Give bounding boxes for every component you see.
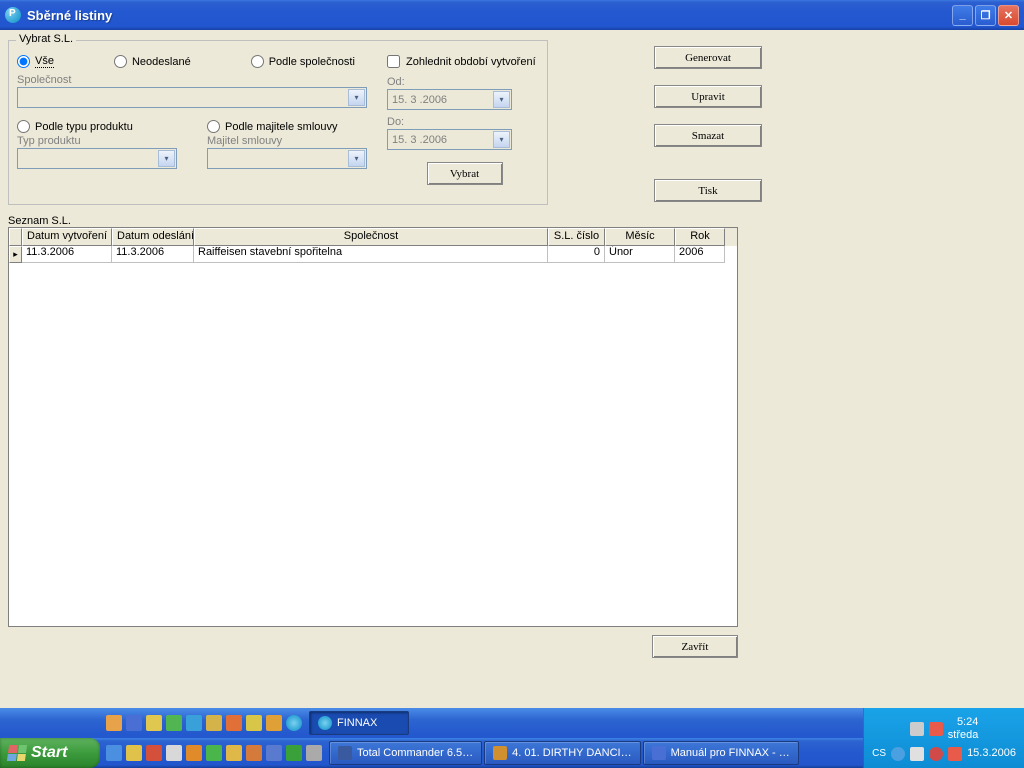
ql-icon[interactable] (126, 715, 142, 731)
ql-icon[interactable] (106, 715, 122, 731)
ql-icon[interactable] (146, 745, 162, 761)
radio-vse[interactable] (17, 55, 30, 68)
ql-icon[interactable] (126, 745, 142, 761)
chevron-down-icon[interactable] (493, 91, 510, 108)
chevron-down-icon[interactable] (158, 150, 175, 167)
ql-icon[interactable] (206, 715, 222, 731)
tray-icon[interactable] (929, 722, 943, 736)
radio-podle-typu-label: Podle typu produktu (35, 121, 133, 133)
tray-icon[interactable] (910, 722, 924, 736)
tisk-button[interactable]: Tisk (654, 179, 762, 202)
taskbar-task[interactable]: 4. 01. DIRTHY DANCI… (484, 741, 640, 765)
chevron-down-icon[interactable] (348, 89, 365, 106)
ql-icon[interactable] (186, 745, 202, 761)
col-rok[interactable]: Rok (675, 228, 725, 246)
radio-neodeslane-label: Neodeslané (132, 56, 191, 68)
quicklaunch (100, 738, 328, 768)
zavrit-button[interactable]: Zavřít (652, 635, 738, 658)
app-icon (493, 746, 507, 760)
tray-icon[interactable] (929, 747, 943, 761)
taskbar: Start Total Commander 6.5… 4. 01. DIRTHY… (0, 738, 1024, 768)
grid-header: Datum vytvoření Datum odeslání Společnos… (9, 228, 737, 246)
tray-date: 15.3.2006 (967, 747, 1016, 760)
chevron-down-icon[interactable] (348, 150, 365, 167)
ql-icon[interactable] (246, 745, 262, 761)
radio-podle-majitele-label: Podle majitele smlouvy (225, 121, 338, 133)
seznam-label: Seznam S.L. (8, 215, 1016, 227)
typ-label: Typ produktu (17, 135, 187, 147)
od-date[interactable]: 15. 3 .2006 (387, 89, 512, 110)
app-icon (338, 746, 352, 760)
tray-day: středa (948, 729, 979, 742)
ql-icon[interactable] (166, 715, 182, 731)
zohlednit-label: Zohlednit období vytvoření (406, 56, 536, 68)
generovat-button[interactable]: Generovat (654, 46, 762, 69)
minimize-button[interactable]: _ (952, 5, 973, 26)
vybrat-groupbox: Vybrat S.L. Vše Neodeslané Podle společn… (8, 40, 548, 205)
majitel-combo[interactable] (207, 148, 367, 169)
radio-podle-spolecnosti-label: Podle společnosti (269, 56, 355, 68)
taskbar-task[interactable]: Total Commander 6.5… (329, 741, 482, 765)
ql-icon[interactable] (206, 745, 222, 761)
titlebar: Sběrné listiny _ ❐ ✕ (0, 0, 1024, 30)
app-icon (652, 746, 666, 760)
col-sl-cislo[interactable]: S.L. číslo (548, 228, 605, 246)
close-button[interactable]: ✕ (998, 5, 1019, 26)
app-icon (5, 7, 21, 23)
start-button[interactable]: Start (0, 738, 100, 768)
app-icon (318, 716, 332, 730)
radio-vse-label: Vše (35, 55, 54, 68)
seznam-grid[interactable]: Datum vytvoření Datum odeslání Společnos… (8, 227, 738, 627)
col-mesic[interactable]: Měsíc (605, 228, 675, 246)
ql-icon[interactable] (226, 745, 242, 761)
upravit-button[interactable]: Upravit (654, 85, 762, 108)
ql-icon[interactable] (146, 715, 162, 731)
do-date[interactable]: 15. 3 .2006 (387, 129, 512, 150)
typ-combo[interactable] (17, 148, 177, 169)
ql-icon[interactable] (106, 745, 122, 761)
quicklaunch-row2 (100, 715, 308, 731)
windows-logo-icon (7, 745, 27, 761)
maximize-button[interactable]: ❐ (975, 5, 996, 26)
ql-icon[interactable] (226, 715, 242, 731)
vybrat-legend: Vybrat S.L. (16, 33, 76, 45)
row-indicator-icon (9, 246, 22, 263)
systray: 5:24 středa CS 15.3.2006 (863, 708, 1024, 768)
ql-icon[interactable] (266, 715, 282, 731)
ql-icon[interactable] (166, 745, 182, 761)
od-label: Od: (387, 76, 542, 88)
ql-icon[interactable] (246, 715, 262, 731)
ql-icon[interactable] (266, 745, 282, 761)
table-row[interactable]: 11.3.2006 11.3.2006 Raiffeisen stavební … (9, 246, 737, 263)
ql-icon[interactable] (186, 715, 202, 731)
window-title: Sběrné listiny (27, 8, 952, 23)
col-datum-vytvoreni[interactable]: Datum vytvoření (22, 228, 112, 246)
vybrat-button[interactable]: Vybrat (427, 162, 503, 185)
radio-podle-spolecnosti[interactable] (251, 55, 264, 68)
zohlednit-checkbox[interactable] (387, 55, 400, 68)
lang-indicator[interactable]: CS (872, 748, 886, 759)
taskbar-task[interactable]: Manuál pro FINNAX - … (643, 741, 799, 765)
col-datum-odeslani[interactable]: Datum odeslání (112, 228, 194, 246)
tray-icon[interactable] (910, 747, 924, 761)
radio-neodeslane[interactable] (114, 55, 127, 68)
col-spolecnost[interactable]: Společnost (194, 228, 548, 246)
ql-icon[interactable] (306, 745, 322, 761)
spolecnost-combo[interactable] (17, 87, 367, 108)
radio-podle-typu[interactable] (17, 120, 30, 133)
smazat-button[interactable]: Smazat (654, 124, 762, 147)
tray-icon[interactable] (891, 747, 905, 761)
ql-icon[interactable] (286, 715, 302, 731)
do-label: Do: (387, 116, 542, 128)
tray-time: 5:24 (948, 716, 979, 729)
ql-icon[interactable] (286, 745, 302, 761)
chevron-down-icon[interactable] (493, 131, 510, 148)
taskbar-task-finnax[interactable]: FINNAX (309, 711, 409, 735)
radio-podle-majitele[interactable] (207, 120, 220, 133)
majitel-label: Majitel smlouvy (207, 135, 367, 147)
tray-icon[interactable] (948, 747, 962, 761)
